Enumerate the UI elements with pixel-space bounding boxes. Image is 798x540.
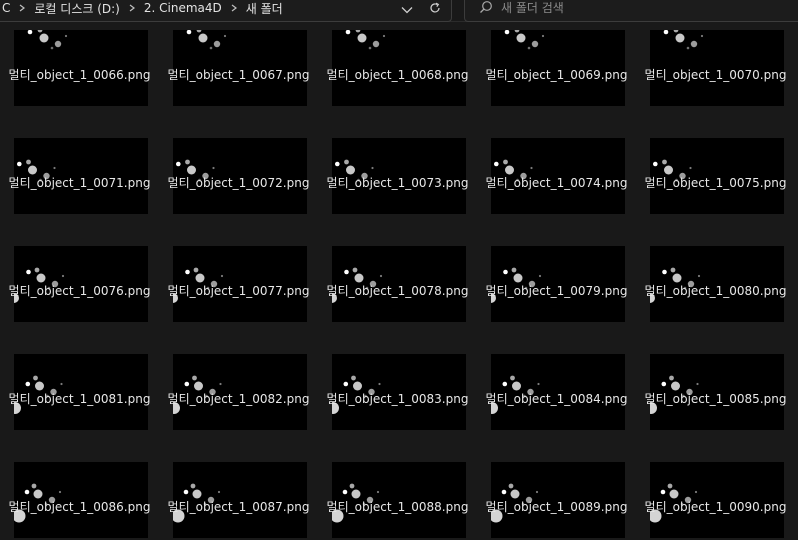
file-item[interactable]: 멀티_object_1_0087.png: [159, 432, 318, 540]
file-name: 멀티_object_1_0068.png: [326, 68, 469, 82]
refresh-button[interactable]: [421, 0, 449, 21]
explorer-toolbar: C 로컬 디스크 (D:) 2. Cinema4D 새 폴더: [0, 0, 798, 22]
file-name: 멀티_object_1_0088.png: [326, 500, 469, 514]
file-name: 멀티_object_1_0069.png: [485, 68, 628, 82]
file-name: 멀티_object_1_0073.png: [326, 176, 469, 190]
file-name: 멀티_object_1_0084.png: [485, 392, 628, 406]
file-item[interactable]: 멀티_object_1_0080.png: [636, 216, 795, 324]
file-name: 멀티_object_1_0074.png: [485, 176, 628, 190]
chevron-right-icon[interactable]: [15, 1, 29, 15]
file-name: 멀티_object_1_0085.png: [644, 392, 787, 406]
file-name: 멀티_object_1_0081.png: [8, 392, 151, 406]
breadcrumb-item-current[interactable]: 새 폴더: [244, 0, 285, 17]
file-item[interactable]: 멀티_object_1_0090.png: [636, 432, 795, 540]
file-name: 멀티_object_1_0086.png: [8, 500, 151, 514]
file-name: 멀티_object_1_0082.png: [167, 392, 310, 406]
breadcrumb-item-cinema4d[interactable]: 2. Cinema4D: [142, 1, 224, 15]
file-name: 멀티_object_1_0087.png: [167, 500, 310, 514]
address-bar[interactable]: C 로컬 디스크 (D:) 2. Cinema4D 새 폴더: [0, 0, 452, 22]
file-item[interactable]: 멀티_object_1_0068.png: [318, 22, 477, 108]
file-item[interactable]: 멀티_object_1_0089.png: [477, 432, 636, 540]
file-item[interactable]: 멀티_object_1_0086.png: [0, 432, 159, 540]
file-item[interactable]: 멀티_object_1_0083.png: [318, 324, 477, 432]
file-name: 멀티_object_1_0090.png: [644, 500, 787, 514]
file-item[interactable]: 멀티_object_1_0071.png: [0, 108, 159, 216]
file-item[interactable]: 멀티_object_1_0082.png: [159, 324, 318, 432]
address-actions: [393, 0, 449, 21]
file-item[interactable]: 멀티_object_1_0081.png: [0, 324, 159, 432]
file-name: 멀티_object_1_0066.png: [8, 68, 151, 82]
refresh-icon: [429, 0, 441, 18]
file-item[interactable]: 멀티_object_1_0069.png: [477, 22, 636, 108]
file-item[interactable]: 멀티_object_1_0077.png: [159, 216, 318, 324]
file-item[interactable]: 멀티_object_1_0067.png: [159, 22, 318, 108]
file-item[interactable]: 멀티_object_1_0066.png: [0, 22, 159, 108]
file-name: 멀티_object_1_0071.png: [8, 176, 151, 190]
file-name: 멀티_object_1_0077.png: [167, 284, 310, 298]
file-name: 멀티_object_1_0083.png: [326, 392, 469, 406]
file-name: 멀티_object_1_0080.png: [644, 284, 787, 298]
file-item[interactable]: 멀티_object_1_0073.png: [318, 108, 477, 216]
recent-locations-button[interactable]: [393, 0, 421, 21]
file-name: 멀티_object_1_0089.png: [485, 500, 628, 514]
breadcrumb-item-root[interactable]: C: [0, 1, 12, 15]
file-name: 멀티_object_1_0067.png: [167, 68, 310, 82]
file-item[interactable]: 멀티_object_1_0072.png: [159, 108, 318, 216]
file-item[interactable]: 멀티_object_1_0076.png: [0, 216, 159, 324]
file-item[interactable]: 멀티_object_1_0084.png: [477, 324, 636, 432]
chevron-right-icon[interactable]: [227, 1, 241, 15]
file-name: 멀티_object_1_0078.png: [326, 284, 469, 298]
file-item[interactable]: 멀티_object_1_0079.png: [477, 216, 636, 324]
file-grid: 멀티_object_1_0066.png 멀티_object_1_0067.png…: [0, 22, 798, 540]
file-item[interactable]: 멀티_object_1_0074.png: [477, 108, 636, 216]
file-item[interactable]: 멀티_object_1_0078.png: [318, 216, 477, 324]
file-item[interactable]: 멀티_object_1_0088.png: [318, 432, 477, 540]
file-item[interactable]: 멀티_object_1_0070.png: [636, 22, 795, 108]
file-name: 멀티_object_1_0079.png: [485, 284, 628, 298]
chevron-down-icon: [401, 0, 413, 18]
file-name: 멀티_object_1_0072.png: [167, 176, 310, 190]
file-name: 멀티_object_1_0075.png: [644, 176, 787, 190]
search-box[interactable]: [464, 0, 798, 22]
file-item[interactable]: 멀티_object_1_0075.png: [636, 108, 795, 216]
file-item[interactable]: 멀티_object_1_0085.png: [636, 324, 795, 432]
search-icon: [479, 0, 493, 18]
breadcrumb: C 로컬 디스크 (D:) 2. Cinema4D 새 폴더: [0, 0, 285, 21]
file-name: 멀티_object_1_0070.png: [644, 68, 787, 82]
search-input[interactable]: [501, 1, 781, 15]
file-name: 멀티_object_1_0076.png: [8, 284, 151, 298]
breadcrumb-item-drive[interactable]: 로컬 디스크 (D:): [32, 0, 121, 17]
chevron-right-icon[interactable]: [125, 1, 139, 15]
